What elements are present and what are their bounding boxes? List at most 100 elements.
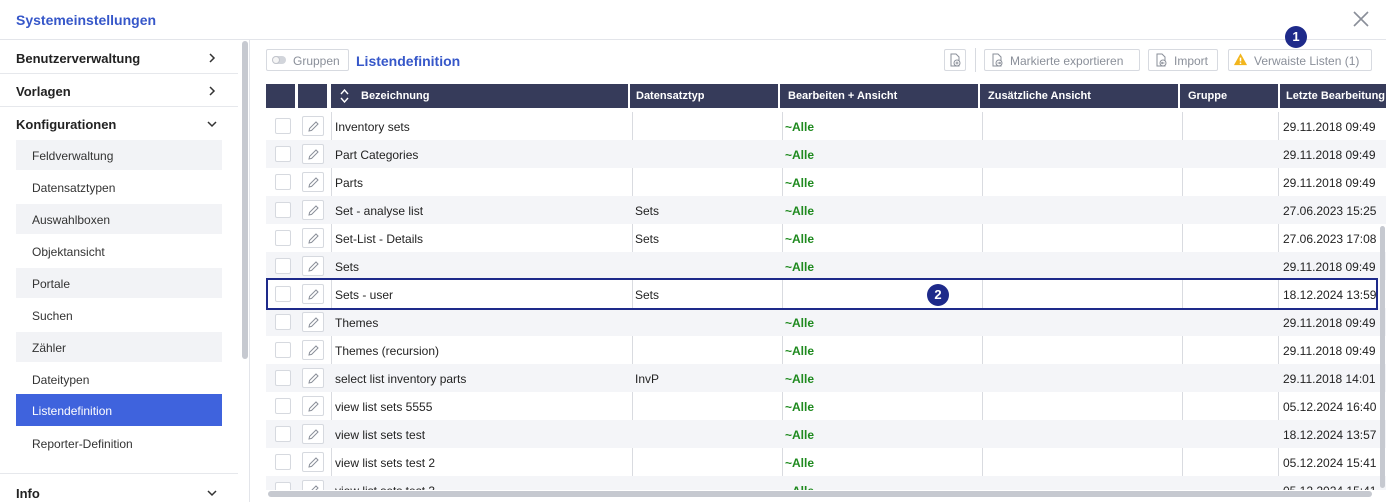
chevron-right-icon [209,86,216,96]
table-horizontal-scrollbar[interactable] [268,491,1372,497]
header-bearbeiten-ansicht[interactable]: Bearbeiten + Ansicht [780,84,978,108]
row-checkbox[interactable] [275,258,291,274]
table-row[interactable]: view list sets test 2 ~Alle 05.12.2024 15:… [266,448,1386,476]
table-row[interactable]: select list inventory parts InvP ~Alle 29.1… [266,364,1386,392]
table-vertical-scrollbar[interactable] [1380,226,1385,488]
cell-name: view list sets test 2 [335,456,436,470]
table-row[interactable]: Inventory sets ~Alle 29.11.2018 09:49 [266,112,1386,140]
row-checkbox[interactable] [275,398,291,414]
pencil-icon [311,485,319,490]
sidebar-section-info[interactable]: Info [0,473,238,502]
header-edit-column [298,84,327,108]
edit-row-button[interactable] [302,340,324,360]
callout-badge-2: 2 [927,284,949,306]
table-row[interactable]: Parts ~Alle 29.11.2018 09:49 [266,168,1386,196]
edit-row-button[interactable] [302,424,324,444]
row-checkbox[interactable] [275,482,291,490]
sidebar-item-listendefinition[interactable]: Listendefinition [16,394,222,426]
sidebar-item-dateitypen[interactable]: Dateitypen [16,364,222,394]
row-checkbox[interactable] [275,118,291,134]
table-row[interactable]: Sets ~Alle 29.11.2018 09:49 [266,252,1386,280]
sidebar-item-label: Listendefinition [32,404,113,418]
sidebar-item-label: Feldverwaltung [32,149,114,163]
cell-name: Inventory sets [335,120,410,134]
sidebar-item-reporter-definition[interactable]: Reporter-Definition [16,428,222,458]
pencil-icon [308,149,319,160]
table-row[interactable]: view list sets 5555 ~Alle 05.12.2024 16:40 [266,392,1386,420]
sidebar-item-suchen[interactable]: Suchen [16,300,222,330]
import-button[interactable]: Import [1148,49,1218,71]
edit-row-button[interactable] [302,480,324,490]
pencil-icon [308,261,319,272]
edit-row-button[interactable] [302,256,324,276]
pencil-icon [308,345,319,356]
table-row[interactable]: view list sets test ~Alle 18.12.2024 13:57 [266,420,1386,448]
sidebar-item-label: Zähler [32,341,67,355]
sidebar-item-zaehler[interactable]: Zähler [16,332,222,362]
sidebar-item-portale[interactable]: Portale [16,268,222,298]
row-checkbox[interactable] [275,230,291,246]
column-label: Bezeichnung [361,90,430,102]
close-icon[interactable] [1350,8,1372,30]
chevron-down-icon [207,121,217,128]
header-datensatztyp[interactable]: Datensatztyp [630,84,778,108]
header-zusaetzliche-ansicht[interactable]: Zusätzliche Ansicht [980,84,1178,108]
pencil-icon [308,317,319,328]
cell-last-edit: 05.12.2024 15:41 [1283,484,1376,490]
cell-name: Sets [335,260,360,274]
row-checkbox[interactable] [275,426,291,442]
row-checkbox[interactable] [275,202,291,218]
cell-edit-view: ~Alle [785,400,815,414]
row-checkbox[interactable] [275,454,291,470]
edit-row-button[interactable] [302,144,324,164]
column-label: Zusätzliche Ansicht [988,90,1091,102]
sidebar-section-benutzerverwaltung[interactable]: Benutzerverwaltung [0,41,238,74]
sidebar-item-objektansicht[interactable]: Objektansicht [16,236,222,266]
sidebar-section-vorlagen[interactable]: Vorlagen [0,74,238,107]
sidebar-item-auswahlboxen[interactable]: Auswahlboxen [16,204,222,234]
table-row[interactable]: Part Categories ~Alle 29.11.2018 09:49 [266,140,1386,168]
sidebar-section-label: Benutzerverwaltung [16,51,141,66]
export-selected-button[interactable]: Markierte exportieren [984,49,1140,71]
header-letzte-bearbeitung[interactable]: Letzte Bearbeitung [1280,84,1386,108]
edit-row-button[interactable] [302,200,324,220]
cell-last-edit: 29.11.2018 09:49 [1283,316,1376,330]
header-bezeichnung[interactable]: Bezeichnung [331,84,628,108]
edit-row-button[interactable] [302,172,324,192]
row-checkbox[interactable] [275,146,291,162]
row-checkbox[interactable] [275,342,291,358]
cell-last-edit: 29.11.2018 09:49 [1283,148,1376,162]
orphaned-lists-button[interactable]: Verwaiste Listen (1) [1228,49,1372,71]
edit-row-button[interactable] [302,396,324,416]
edit-row-button[interactable] [302,368,324,388]
cell-edit-view: ~Alle [785,148,815,162]
add-list-button[interactable] [944,49,966,71]
table-row[interactable]: Set-List - Details Sets ~Alle 27.06.2023 17… [266,224,1386,252]
groups-toggle[interactable]: Gruppen [266,49,349,71]
cell-last-edit: 05.12.2024 15:41 [1283,456,1377,470]
sidebar-section-konfigurationen[interactable]: Konfigurationen [0,107,238,140]
header-gruppe[interactable]: Gruppe [1180,84,1278,108]
table-row[interactable]: Themes (recursion) ~Alle 29.11.2018 09:49 [266,336,1386,364]
pencil-icon [308,401,319,412]
row-checkbox[interactable] [275,314,291,330]
cell-name: select list inventory parts [335,372,467,386]
edit-row-button[interactable] [302,312,324,332]
highlighted-row-frame [266,278,1378,310]
table-row[interactable]: Set - analyse list Sets ~Alle 27.06.2023 15… [266,196,1386,224]
edit-row-button[interactable] [302,228,324,248]
window-titlebar: Systemeinstellungen [0,0,1386,40]
sort-icon [340,89,349,103]
sidebar-scrollbar[interactable] [242,41,248,359]
cell-edit-view: ~Alle [785,120,815,134]
edit-row-button[interactable] [302,116,324,136]
table-row[interactable]: Themes ~Alle 29.11.2018 09:49 [266,308,1386,336]
row-checkbox[interactable] [275,370,291,386]
sidebar-item-feldverwaltung[interactable]: Feldverwaltung [16,140,222,170]
sidebar-item-datensatztypen[interactable]: Datensatztypen [16,172,222,202]
cell-last-edit: 29.11.2018 09:49 [1283,120,1376,134]
edit-row-button[interactable] [302,452,324,472]
cell-last-edit: 29.11.2018 09:49 [1283,176,1376,190]
row-checkbox[interactable] [275,174,291,190]
table-row[interactable]: view list sets test 3 ~Alle 05.12.2024 15:… [266,476,1386,490]
